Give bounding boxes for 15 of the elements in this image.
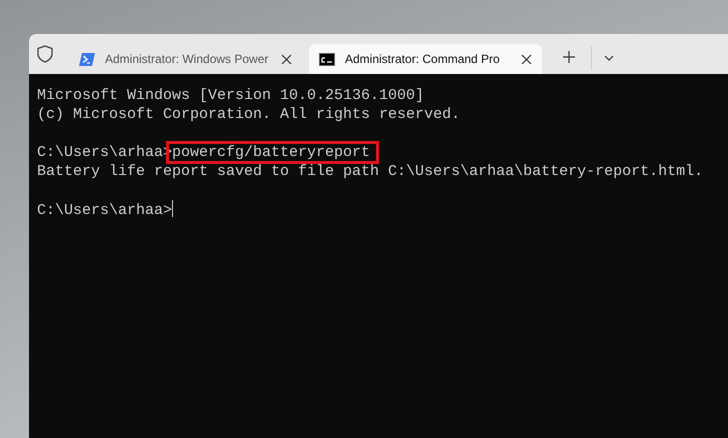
terminal-output: Battery life report saved to file path C:\Users\arhaa\battery-report.html. xyxy=(37,162,704,181)
close-icon[interactable] xyxy=(521,54,532,64)
terminal-output: (c) Microsoft Corporation. All rights reserved. xyxy=(37,105,462,124)
command-prompt: C:\Users\arhaa> xyxy=(37,202,172,219)
dropdown-caret-icon[interactable] xyxy=(604,55,614,61)
shield-icon[interactable] xyxy=(37,45,53,63)
terminal-tab[interactable]: Administrator: Command Pro xyxy=(309,44,542,74)
close-icon[interactable] xyxy=(281,54,292,64)
terminal-tab[interactable]: Administrator: Windows Power xyxy=(69,44,302,74)
command-prompt-icon xyxy=(319,52,335,66)
new-tab-icon[interactable] xyxy=(563,51,575,63)
powershell-icon xyxy=(79,52,95,66)
tab-title: Administrator: Windows Power xyxy=(105,52,270,66)
terminal-output: Microsoft Windows [Version 10.0.25136.1000] xyxy=(37,86,426,105)
tab-title: Administrator: Command Pro xyxy=(345,52,501,66)
